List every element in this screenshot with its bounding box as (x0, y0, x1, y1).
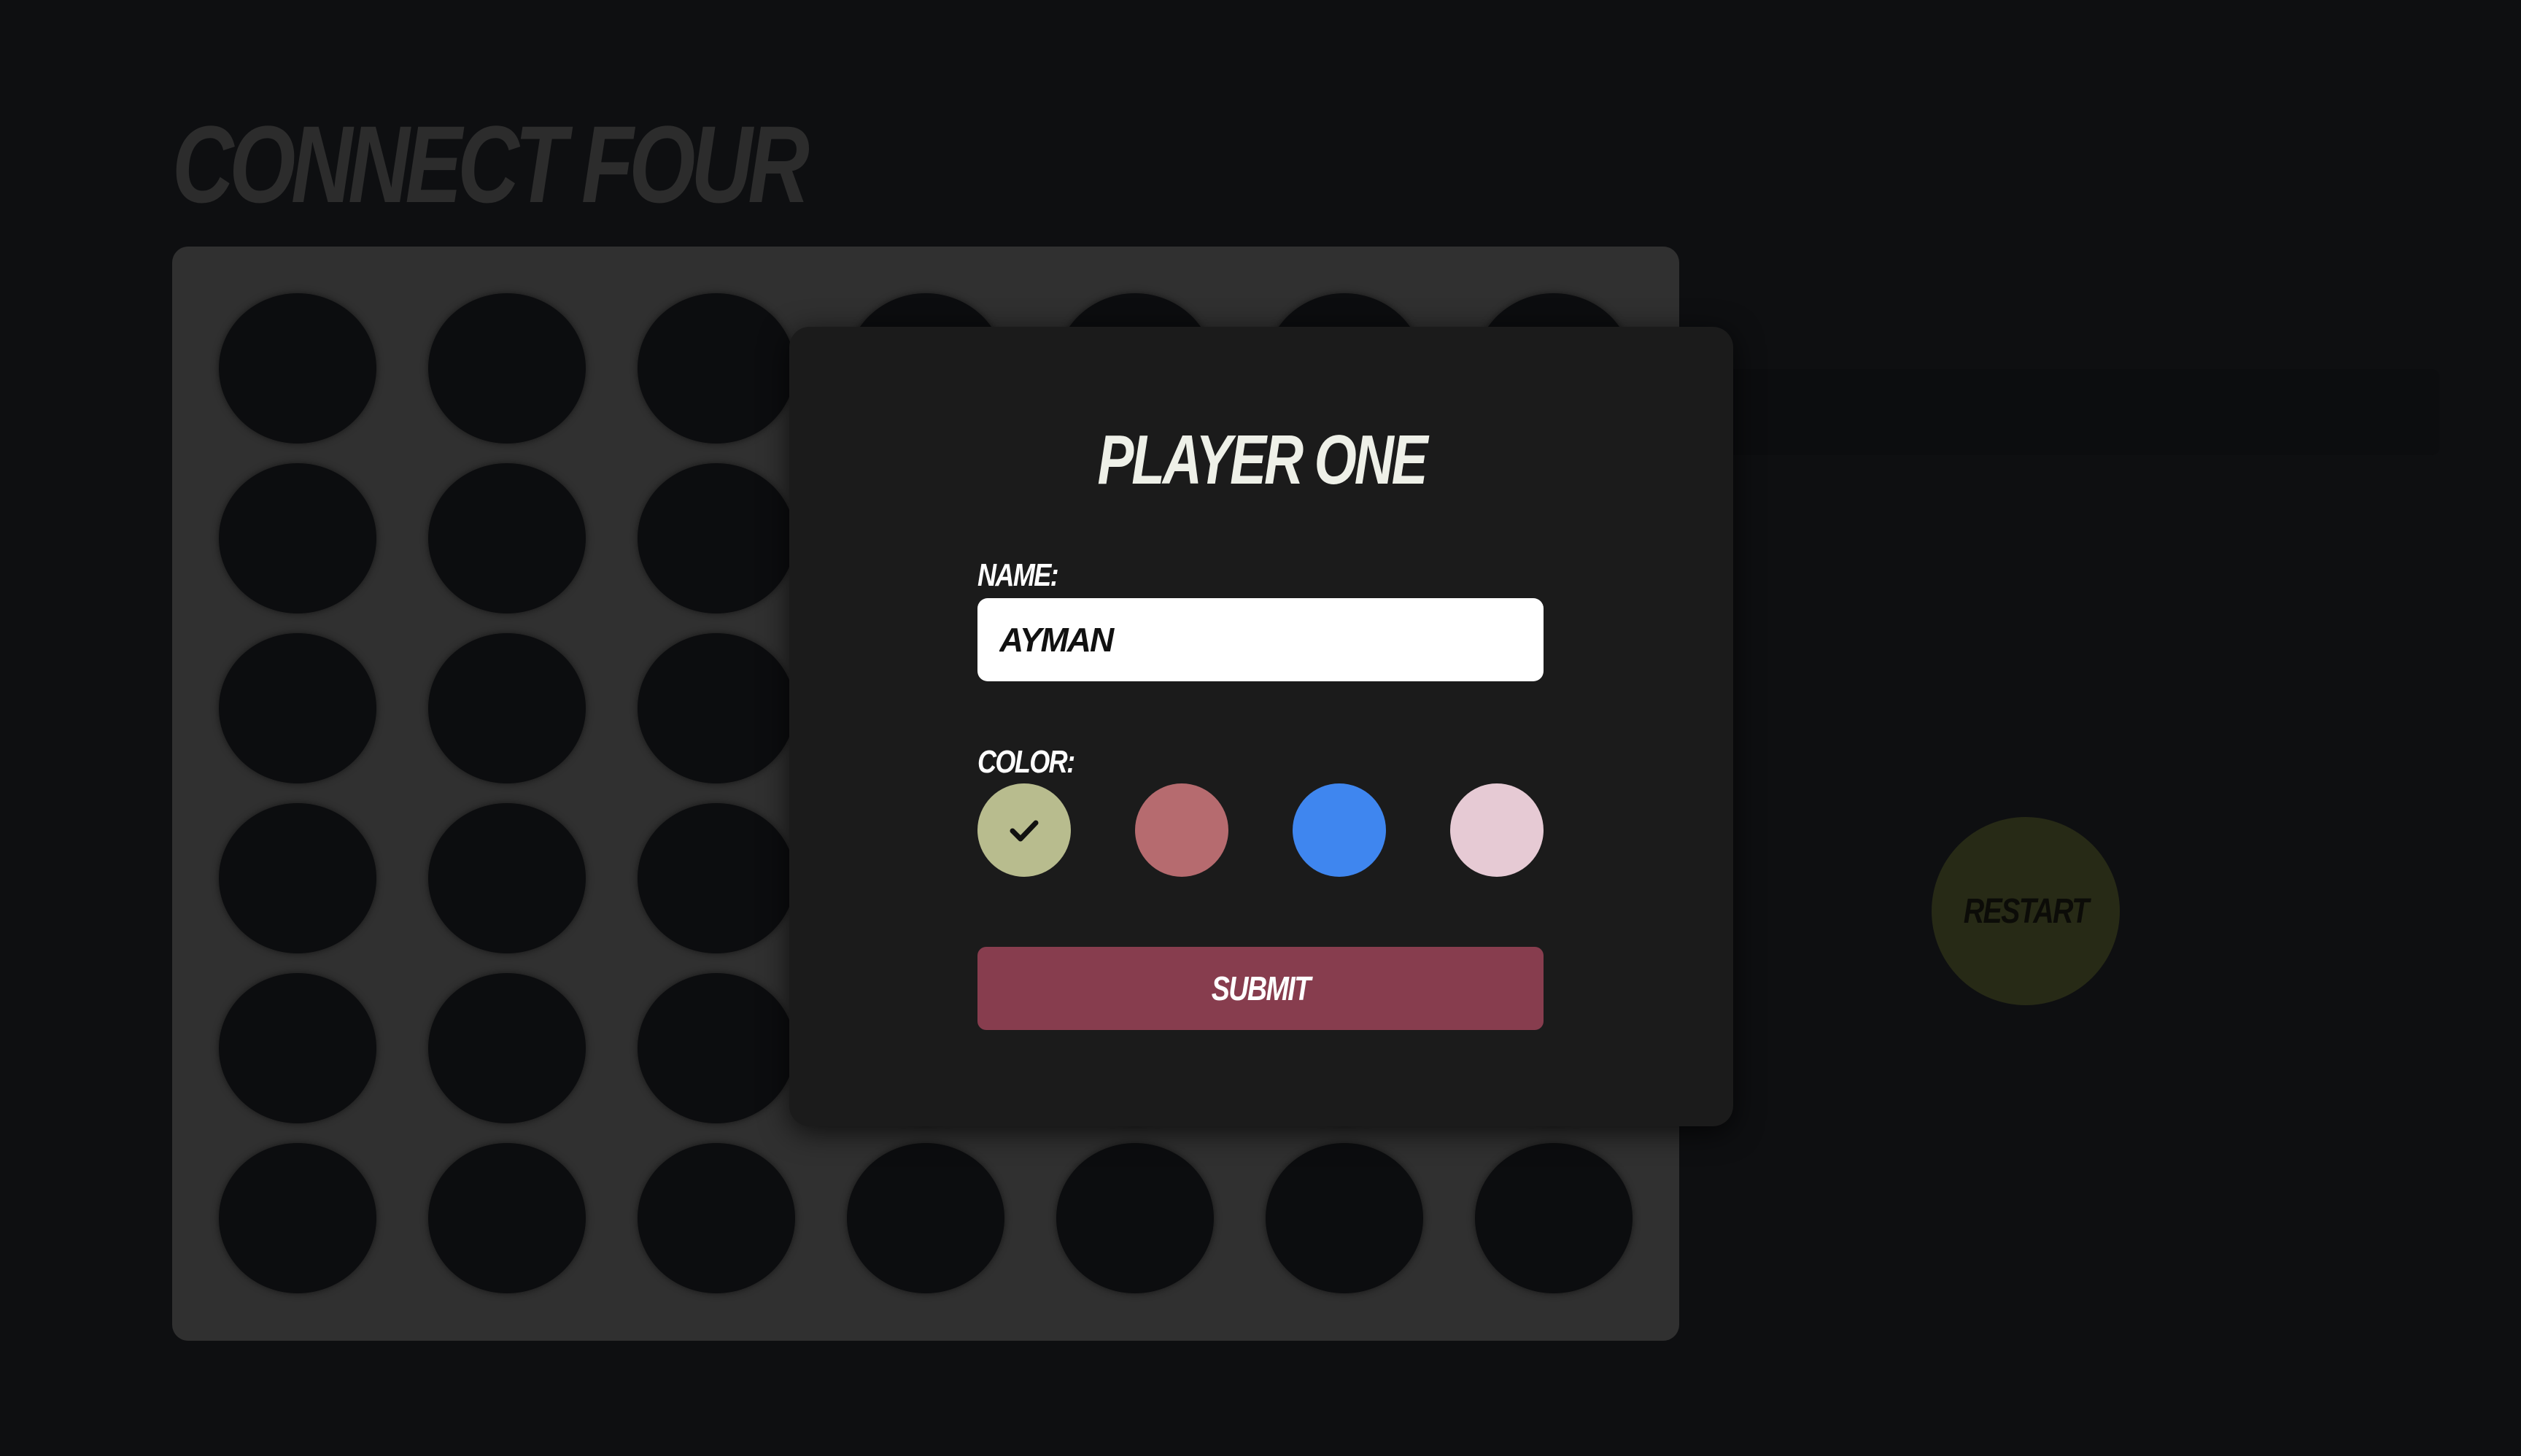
board-slot-r6-c1[interactable] (219, 1143, 376, 1293)
board-slot-r2-c1[interactable] (219, 463, 376, 613)
board-slot-r6-c4[interactable] (847, 1143, 1004, 1293)
submit-button[interactable]: Submit (977, 947, 1544, 1030)
color-swatch-pink[interactable] (1450, 783, 1544, 877)
board-slot-r6-c3[interactable] (638, 1143, 795, 1293)
board-slot-r3-c2[interactable] (428, 633, 586, 783)
color-label: Color: (977, 744, 1075, 780)
player-setup-modal: Player One Name: Color: Submit (789, 327, 1733, 1126)
app-page: Connect Four Restart Player One Name: Co… (0, 0, 2521, 1456)
app-title: Connect Four (172, 103, 810, 225)
board-slot-r6-c2[interactable] (428, 1143, 586, 1293)
restart-label: Restart (1963, 891, 2089, 931)
board-slot-r2-c3[interactable] (638, 463, 795, 613)
submit-label: Submit (1211, 969, 1311, 1007)
name-label: Name: (977, 557, 1059, 593)
color-swatch-rose[interactable] (1135, 783, 1228, 877)
board-slot-r5-c1[interactable] (219, 973, 376, 1123)
board-slot-r1-c3[interactable] (638, 293, 795, 444)
board-slot-r4-c2[interactable] (428, 803, 586, 953)
modal-title: Player One (789, 420, 1733, 500)
board-slot-r5-c3[interactable] (638, 973, 795, 1123)
board-slot-r5-c2[interactable] (428, 973, 586, 1123)
restart-button[interactable]: Restart (1932, 817, 2120, 1005)
board-slot-r2-c2[interactable] (428, 463, 586, 613)
board-slot-r1-c1[interactable] (219, 293, 376, 444)
board-slot-r4-c1[interactable] (219, 803, 376, 953)
board-slot-r4-c3[interactable] (638, 803, 795, 953)
board-slot-r1-c2[interactable] (428, 293, 586, 444)
name-input[interactable] (977, 598, 1544, 681)
board-slot-r6-c6[interactable] (1266, 1143, 1423, 1293)
check-icon (1010, 820, 1039, 842)
color-swatch-sage[interactable] (977, 783, 1071, 877)
color-swatch-blue[interactable] (1293, 783, 1386, 877)
status-bar (1707, 369, 2439, 455)
modal-title-text: Player One (1096, 421, 1428, 499)
board-slot-r3-c3[interactable] (638, 633, 795, 783)
board-slot-r3-c1[interactable] (219, 633, 376, 783)
board-slot-r6-c7[interactable] (1475, 1143, 1633, 1293)
board-slot-r6-c5[interactable] (1056, 1143, 1214, 1293)
